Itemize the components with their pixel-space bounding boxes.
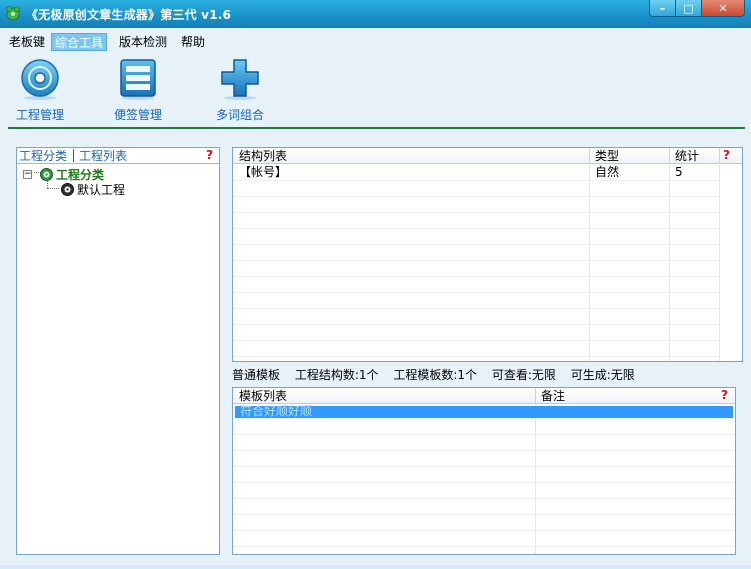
empty-row — [233, 325, 719, 341]
empty-row — [233, 341, 719, 357]
structure-count-cell: 5 — [675, 165, 683, 179]
col-count[interactable]: 统计 — [675, 149, 699, 163]
maximize-button[interactable]: □ — [675, 0, 702, 17]
tab-project-list[interactable]: 工程列表 — [79, 149, 127, 163]
column-divider[interactable] — [535, 388, 536, 404]
empty-row — [233, 277, 719, 293]
toolbar: 工程管理 便签管理 多词组合 — [0, 54, 751, 130]
empty-row — [233, 435, 735, 451]
tree-node-default-project[interactable]: 默认工程 — [61, 181, 125, 198]
close-button[interactable]: ✕ — [701, 0, 745, 17]
col-template-list[interactable]: 模板列表 — [239, 389, 287, 403]
empty-row — [233, 245, 719, 261]
empty-row — [233, 309, 719, 325]
structure-name-cell: 【帐号】 — [239, 165, 288, 179]
template-table-header: 模板列表 备注 ? — [233, 388, 735, 404]
window-title: 《无极原创文章生成器》第三代 v1.6 — [26, 8, 232, 22]
menu-help[interactable]: 帮助 — [178, 33, 208, 51]
plus-icon — [221, 59, 259, 100]
table-row-selected[interactable]: 符合好顺好顺 — [235, 404, 733, 419]
column-divider[interactable] — [719, 148, 720, 164]
title-bar[interactable]: 《无极原创文章生成器》第三代 v1.6 – □ ✕ — [0, 0, 751, 28]
empty-row — [233, 531, 735, 547]
column-gridline — [719, 165, 720, 361]
viewable-limit: 可查看:无限 — [491, 368, 556, 382]
tab-divider — [73, 149, 74, 162]
template-mode: 普通模板 — [232, 368, 281, 382]
structure-table-header: 结构列表 类型 统计 ? — [233, 148, 742, 164]
menu-boss-key[interactable]: 老板键 — [6, 33, 48, 51]
notes-manage-label: 便签管理 — [113, 108, 162, 122]
empty-row — [233, 293, 719, 309]
empty-row — [233, 229, 719, 245]
empty-row — [233, 483, 735, 499]
empty-row — [233, 261, 719, 277]
project-tree-panel: 工程分类 工程列表 ? − 工程分类 默认工程 — [16, 147, 220, 555]
menu-bar: 老板键 综合工具 版本检测 帮助 — [0, 28, 751, 54]
minimize-button[interactable]: – — [649, 0, 676, 17]
col-structure-list[interactable]: 结构列表 — [239, 149, 287, 163]
empty-row — [233, 467, 735, 483]
project-manage-button[interactable]: 工程管理 — [4, 58, 76, 123]
app-logo-icon — [6, 6, 20, 21]
project-node-icon — [61, 183, 74, 196]
word-combine-label: 多词组合 — [215, 108, 264, 122]
structure-table: 结构列表 类型 统计 ? 【帐号】 自然 5 — [232, 147, 743, 362]
empty-row — [233, 197, 719, 213]
tree-connector — [47, 188, 59, 189]
structure-type-cell: 自然 — [595, 165, 620, 179]
notes-manage-button[interactable]: 便签管理 — [102, 58, 174, 123]
empty-row — [233, 419, 735, 435]
word-combine-button[interactable]: 多词组合 — [204, 58, 276, 123]
tab-project-category[interactable]: 工程分类 — [19, 149, 67, 163]
column-divider[interactable] — [589, 148, 590, 164]
disc-icon — [21, 59, 59, 100]
column-divider[interactable] — [669, 148, 670, 164]
project-node-icon — [40, 168, 53, 181]
empty-row — [233, 181, 719, 197]
window-controls: – □ ✕ — [649, 0, 745, 20]
generate-limit: 可生成:无限 — [570, 368, 635, 382]
structure-count: 工程结构数:1个 — [294, 368, 379, 382]
empty-row — [233, 451, 735, 467]
help-icon[interactable]: ? — [206, 148, 213, 162]
left-tabs: 工程分类 工程列表 ? — [17, 148, 219, 164]
project-manage-label: 工程管理 — [15, 108, 64, 122]
help-icon[interactable]: ? — [721, 388, 728, 402]
project-stats: 普通模板 工程结构数:1个 工程模板数:1个 可查看:无限 可生成:无限 — [232, 367, 646, 383]
table-row[interactable]: 【帐号】 自然 5 — [233, 165, 719, 181]
col-type[interactable]: 类型 — [595, 149, 619, 163]
empty-row — [233, 515, 735, 531]
menu-tools[interactable]: 综合工具 — [51, 33, 108, 51]
empty-row — [233, 213, 719, 229]
toolbar-divider — [8, 127, 745, 129]
notes-icon — [120, 59, 156, 100]
help-icon[interactable]: ? — [723, 148, 730, 162]
tree-child-label: 默认工程 — [77, 183, 126, 197]
collapse-toggle[interactable]: − — [23, 170, 32, 179]
window-bottom-border — [0, 565, 751, 569]
template-table: 模板列表 备注 ? 符合好顺好顺 — [232, 387, 736, 555]
empty-row — [233, 499, 735, 515]
col-note[interactable]: 备注 — [541, 389, 565, 403]
template-name-cell: 符合好顺好顺 — [240, 404, 313, 418]
menu-version-check[interactable]: 版本检测 — [116, 33, 170, 51]
template-count: 工程模板数:1个 — [393, 368, 478, 382]
